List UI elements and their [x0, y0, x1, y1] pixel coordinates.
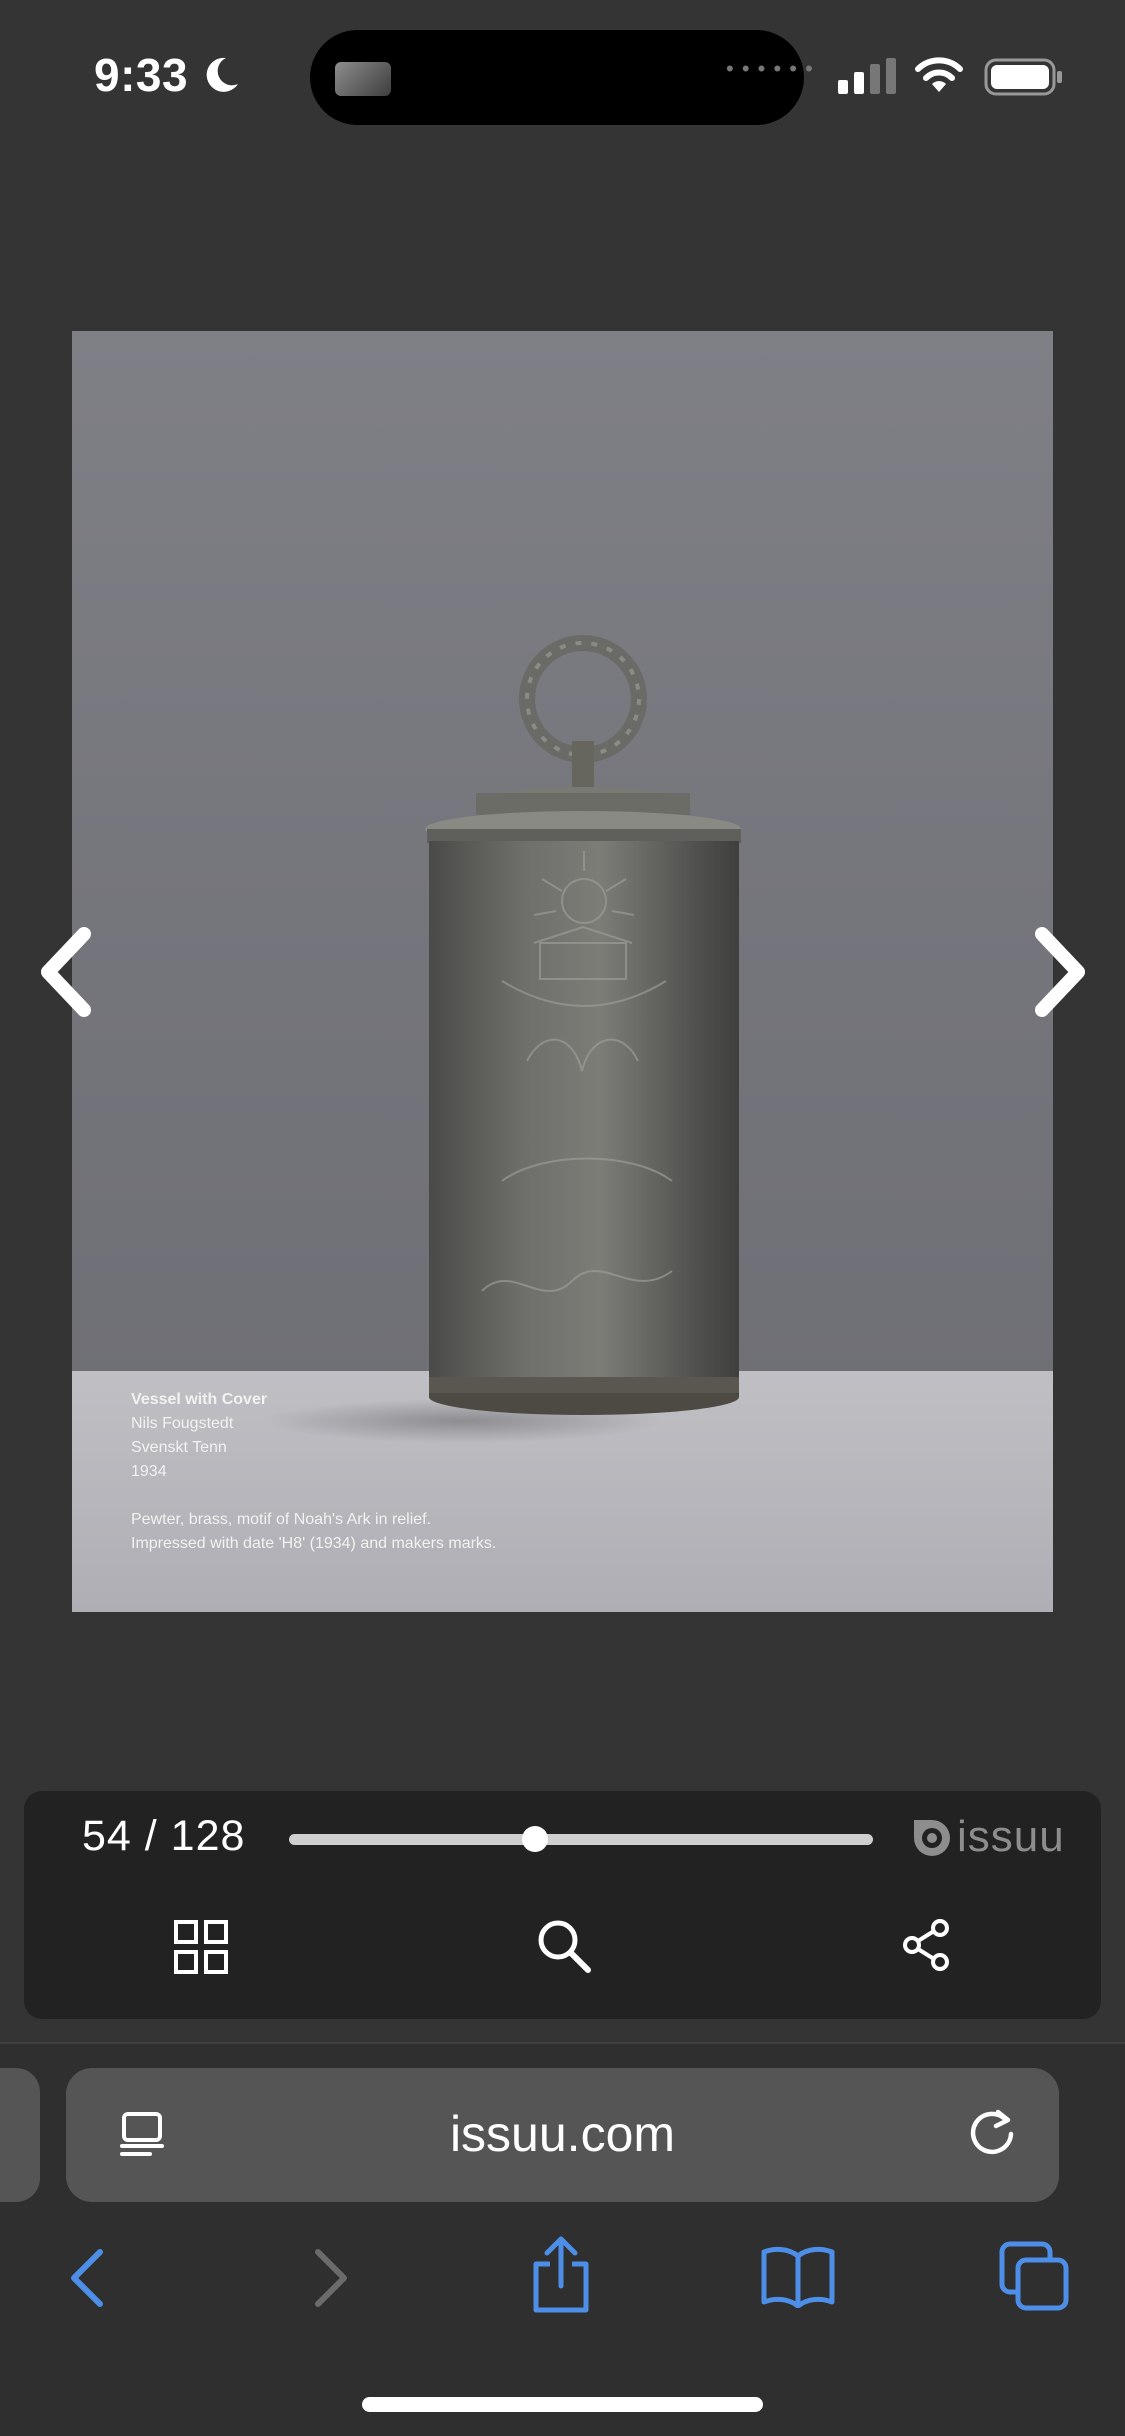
magazine-page[interactable]: Vessel with Cover Nils Fougstedt Svenskt…	[72, 331, 1053, 1612]
page-counter: 54 / 128	[82, 1812, 246, 1860]
bookmarks-icon[interactable]	[760, 2244, 836, 2308]
photo-caption: Vessel with Cover Nils Fougstedt Svenskt…	[131, 1388, 496, 1556]
caption-description-line1: Pewter, brass, motif of Noah's Ark in re…	[131, 1511, 432, 1528]
next-page-arrow-icon[interactable]	[1030, 924, 1090, 1020]
caption-maker: Svenskt Tenn	[131, 1439, 227, 1456]
caption-year: 1934	[131, 1463, 167, 1480]
previous-tab-preview[interactable]	[0, 2068, 40, 2202]
previous-page-arrow-icon[interactable]	[36, 924, 96, 1020]
share-icon[interactable]	[898, 1916, 956, 1974]
wifi-icon	[915, 57, 963, 92]
media-activity-icon: • • • • • •	[726, 56, 814, 81]
signal-icon	[838, 58, 896, 94]
page-progress-slider[interactable]	[289, 1834, 873, 1845]
url-text[interactable]: issuu.com	[430, 2105, 695, 2163]
search-icon[interactable]	[534, 1916, 594, 1976]
forward-icon[interactable]	[306, 2246, 354, 2310]
share-sheet-icon[interactable]	[528, 2236, 594, 2314]
media-thumbnail	[335, 62, 391, 96]
reload-icon[interactable]	[964, 2104, 1020, 2160]
caption-description-line2: Impressed with date 'H8' (1934) and make…	[131, 1535, 497, 1552]
issuu-logo-text: issuu	[957, 1812, 1065, 1861]
grid-icon[interactable]	[172, 1918, 230, 1976]
battery-icon	[984, 58, 1062, 96]
caption-artist: Nils Fougstedt	[131, 1415, 234, 1432]
back-icon[interactable]	[64, 2246, 112, 2310]
home-indicator	[362, 2397, 763, 2412]
tabs-icon[interactable]	[998, 2240, 1070, 2312]
caption-title: Vessel with Cover	[131, 1391, 268, 1408]
page-menu-icon[interactable]	[116, 2108, 168, 2160]
moon-icon	[206, 57, 238, 92]
status-time: 9:33	[94, 49, 189, 101]
issuu-logo-icon	[914, 1820, 950, 1856]
